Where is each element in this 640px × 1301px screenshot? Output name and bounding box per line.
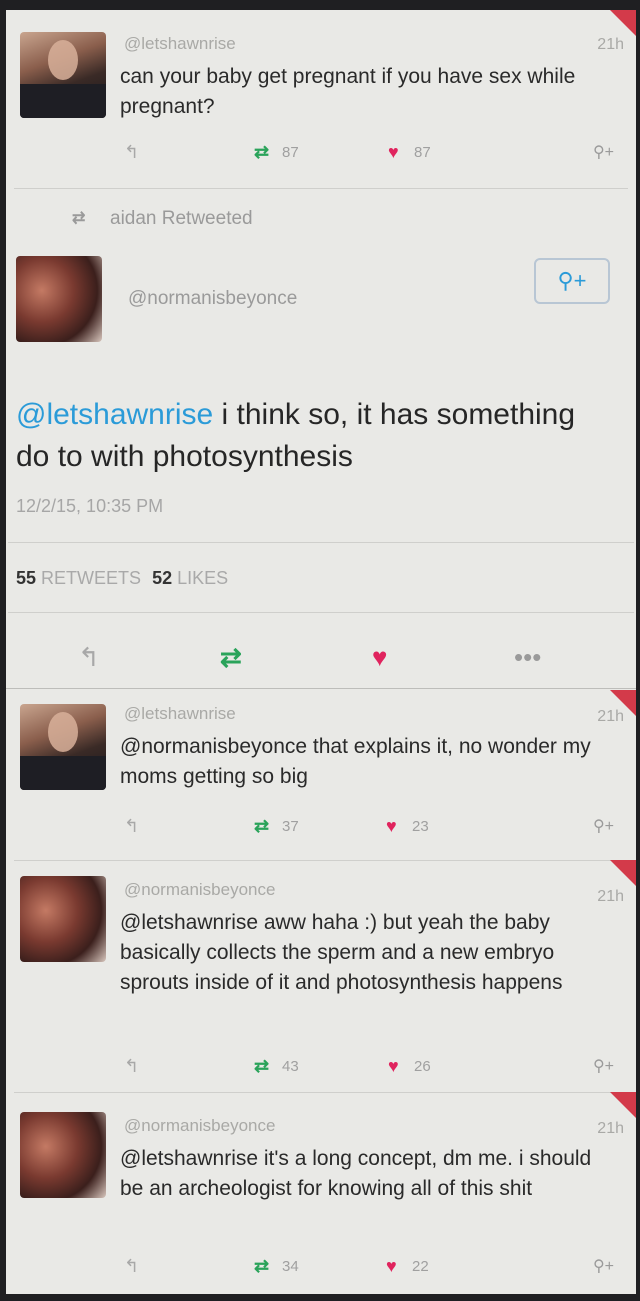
like-count: 22	[412, 1258, 429, 1275]
reply-icon[interactable]: ↰	[124, 142, 139, 163]
follow-button[interactable]: ⚲+	[534, 258, 610, 304]
tweet-text: @letshawnrise i think so, it has somethi…	[16, 394, 616, 478]
retweets-label[interactable]: RETWEETS	[41, 568, 141, 588]
tweet-time: 21h	[597, 888, 624, 905]
divider	[6, 688, 636, 689]
add-user-icon[interactable]: ⚲+	[593, 142, 614, 162]
retweet-count: 43	[282, 1058, 299, 1075]
avatar[interactable]	[20, 704, 106, 790]
add-user-icon[interactable]: ⚲+	[593, 816, 614, 836]
retweet-count: 37	[282, 818, 299, 835]
tweet-item[interactable]: @normanisbeyonce 21h @letshawnrise it's …	[6, 1092, 636, 1294]
tweet-actions: ↰ ⇄ ♥ •••	[6, 642, 636, 676]
retweet-count: 87	[282, 144, 299, 161]
retweet-banner[interactable]: aidan Retweeted	[110, 208, 253, 230]
retweet-icon[interactable]: ⇄	[220, 642, 242, 673]
tweet-time: 21h	[597, 1120, 624, 1137]
like-count: 87	[414, 144, 431, 161]
avatar[interactable]	[20, 1112, 106, 1198]
retweet-icon[interactable]: ⇄	[254, 1256, 269, 1277]
retweet-icon[interactable]: ⇄	[254, 1056, 269, 1077]
likes-count[interactable]: 52	[152, 568, 172, 588]
retweets-count[interactable]: 55	[16, 568, 36, 588]
tweet-handle[interactable]: @letshawnrise	[124, 704, 236, 724]
add-user-icon: ⚲+	[557, 268, 587, 293]
like-count: 23	[412, 818, 429, 835]
tweet-item[interactable]: @letshawnrise 21h @normanisbeyonce that …	[6, 690, 636, 860]
reply-icon[interactable]: ↰	[124, 1056, 139, 1077]
retweet-icon: ⇄	[72, 210, 86, 227]
tweet-stats: 55 RETWEETS 52 LIKES	[16, 568, 228, 589]
retweet-icon[interactable]: ⇄	[254, 142, 269, 163]
tweet-actions: ↰ ⇄ 34 ♥ 22 ⚲+	[116, 1256, 636, 1280]
heart-icon[interactable]: ♥	[372, 642, 387, 673]
tweet-text: @letshawnrise it's a long concept, dm me…	[120, 1147, 592, 1200]
tweet-time: 21h	[597, 708, 624, 725]
reply-icon[interactable]: ↰	[124, 1256, 139, 1277]
avatar[interactable]	[16, 256, 102, 342]
tweet-time: 21h	[597, 36, 624, 53]
heart-icon[interactable]: ♥	[386, 1256, 397, 1277]
tweet-item[interactable]: @normanisbeyonce 21h @letshawnrise aww h…	[6, 860, 636, 1092]
more-icon[interactable]: •••	[514, 642, 541, 673]
heart-icon[interactable]: ♥	[388, 1056, 399, 1077]
reply-icon[interactable]: ↰	[78, 642, 100, 673]
tweet-item[interactable]: @letshawnrise 21h can your baby get preg…	[6, 10, 636, 188]
tweet-handle[interactable]: @normanisbeyonce	[128, 288, 297, 310]
screen: @letshawnrise 21h can your baby get preg…	[6, 10, 636, 1294]
reply-icon[interactable]: ↰	[124, 816, 139, 837]
retweet-icon[interactable]: ⇄	[254, 816, 269, 837]
tweet-actions: ↰ ⇄ 87 ♥ 87 ⚲+	[116, 142, 636, 166]
tweet-handle[interactable]: @normanisbeyonce	[124, 880, 275, 900]
tweet-text: @normanisbeyonce that explains it, no wo…	[120, 735, 591, 788]
tweet-text: can your baby get pregnant if you have s…	[120, 65, 576, 118]
tweet-actions: ↰ ⇄ 37 ♥ 23 ⚲+	[116, 816, 636, 840]
heart-icon[interactable]: ♥	[386, 816, 397, 837]
likes-label[interactable]: LIKES	[177, 568, 228, 588]
tweet-date: 12/2/15, 10:35 PM	[16, 496, 164, 516]
retweet-count: 34	[282, 1258, 299, 1275]
tweet-actions: ↰ ⇄ 43 ♥ 26 ⚲+	[116, 1056, 636, 1080]
add-user-icon[interactable]: ⚲+	[593, 1056, 614, 1076]
like-count: 26	[414, 1058, 431, 1075]
divider	[8, 612, 634, 613]
main-tweet: ⇄ aidan Retweeted @normanisbeyonce ⚲+ @l…	[6, 188, 636, 688]
tweet-handle[interactable]: @letshawnrise	[124, 34, 236, 54]
avatar[interactable]	[20, 32, 106, 118]
corner-marker	[610, 1092, 636, 1118]
tweet-text: @letshawnrise aww haha :) but yeah the b…	[120, 911, 563, 994]
corner-marker	[610, 10, 636, 36]
corner-marker	[610, 860, 636, 886]
mention-link[interactable]: @letshawnrise	[16, 398, 213, 431]
avatar[interactable]	[20, 876, 106, 962]
divider	[8, 542, 634, 543]
add-user-icon[interactable]: ⚲+	[593, 1256, 614, 1276]
tweet-handle[interactable]: @normanisbeyonce	[124, 1116, 275, 1136]
heart-icon[interactable]: ♥	[388, 142, 399, 163]
